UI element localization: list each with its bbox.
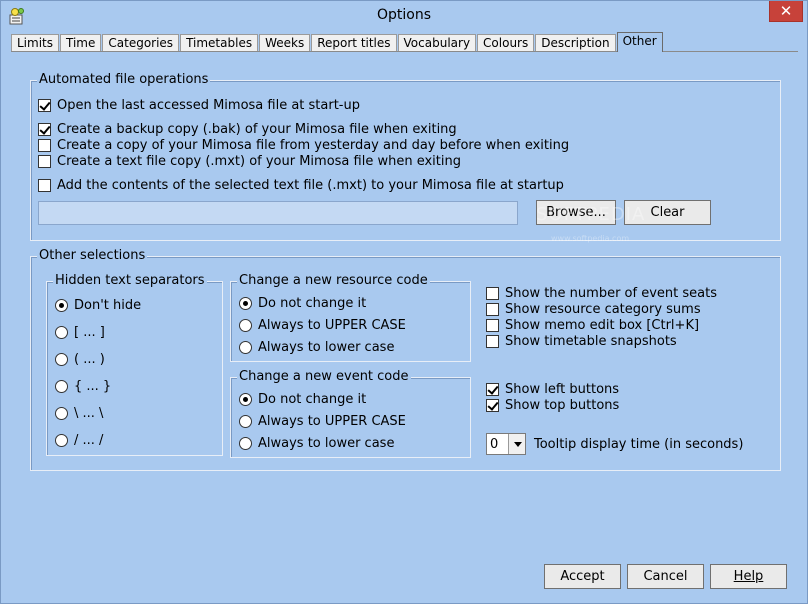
event-code-option-no-change[interactable]: Do not change it — [239, 391, 366, 407]
separator-radio[interactable] — [55, 352, 68, 366]
tooltip-time-value: 0 — [490, 436, 499, 452]
separator-label: ( ... ) — [74, 351, 105, 367]
show-memo-box-checkbox[interactable] — [486, 318, 499, 332]
show-category-sums-label: Show resource category sums — [505, 301, 701, 317]
resource-code-radio[interactable] — [239, 318, 252, 332]
event-code-radio[interactable] — [239, 392, 252, 406]
copy-yesterday-label: Create a copy of your Mimosa file from y… — [57, 137, 570, 153]
add-contents-label: Add the contents of the selected text fi… — [57, 177, 564, 193]
show-event-seats-option[interactable]: Show the number of event seats — [486, 285, 717, 301]
event-code-option-lower[interactable]: Always to lower case — [239, 435, 394, 451]
text-copy-checkbox[interactable] — [38, 154, 51, 168]
event-code-option-upper[interactable]: Always to UPPER CASE — [239, 413, 406, 429]
separator-label: Don't hide — [74, 297, 142, 313]
separator-option-dont-hide[interactable]: Don't hide — [55, 297, 141, 313]
show-event-seats-label: Show the number of event seats — [505, 285, 717, 301]
separator-option-square[interactable]: [ ... ] — [55, 324, 105, 340]
copy-yesterday-checkbox[interactable] — [38, 138, 51, 152]
other-selections-group: Other selections Hidden text separators … — [30, 248, 781, 471]
close-icon: ✕ — [779, 2, 793, 20]
event-code-label: Always to lower case — [258, 435, 395, 451]
automated-group-legend: Automated file operations — [37, 72, 211, 88]
watermark-text: SOFTPEDIA — [536, 204, 646, 225]
event-code-radio[interactable] — [239, 414, 252, 428]
tab-strip: Limits Time Categories Timetables Weeks … — [11, 32, 664, 53]
show-left-buttons-label: Show left buttons — [505, 381, 620, 397]
show-top-buttons-option[interactable]: Show top buttons — [486, 397, 619, 413]
show-snapshots-label: Show timetable snapshots — [505, 333, 677, 349]
accept-button[interactable]: Accept — [544, 564, 621, 589]
show-memo-box-label: Show memo edit box [Ctrl+K] — [505, 317, 700, 333]
tab-panel-other: Automated file operations Open the last … — [11, 51, 798, 559]
resource-code-label: Always to lower case — [258, 339, 395, 355]
separator-radio[interactable] — [55, 379, 68, 393]
copy-yesterday-option[interactable]: Create a copy of your Mimosa file from y… — [38, 137, 569, 153]
show-top-buttons-label: Show top buttons — [505, 397, 620, 413]
watermark-url: www.softpedia.com — [551, 234, 630, 243]
event-code-label: Always to UPPER CASE — [258, 413, 406, 429]
show-event-seats-checkbox[interactable] — [486, 286, 499, 300]
text-copy-option[interactable]: Create a text file copy (.mxt) of your M… — [38, 153, 461, 169]
dialog-button-bar: Accept Cancel Help — [11, 559, 798, 599]
resource-code-group: Change a new resource code Do not change… — [230, 273, 471, 362]
show-category-sums-option[interactable]: Show resource category sums — [486, 301, 701, 317]
hidden-separators-group: Hidden text separators Don't hide [ ... … — [46, 273, 223, 456]
cancel-button[interactable]: Cancel — [627, 564, 704, 589]
backup-copy-option[interactable]: Create a backup copy (.bak) of your Mimo… — [38, 121, 457, 137]
open-last-file-checkbox[interactable] — [38, 98, 51, 112]
resource-code-radio[interactable] — [239, 340, 252, 354]
separator-option-slash[interactable]: / ... / — [55, 432, 103, 448]
open-last-file-label: Open the last accessed Mimosa file at st… — [57, 97, 360, 113]
separator-option-round[interactable]: ( ... ) — [55, 351, 105, 367]
automated-file-operations-group: Automated file operations Open the last … — [30, 72, 781, 241]
separator-option-curly[interactable]: { ... } — [55, 378, 111, 394]
separator-option-backslash[interactable]: \ ... \ — [55, 405, 103, 421]
help-button[interactable]: Help — [710, 564, 787, 589]
separator-radio[interactable] — [55, 433, 68, 447]
open-last-file-option[interactable]: Open the last accessed Mimosa file at st… — [38, 97, 360, 113]
window-title: Options — [376, 7, 432, 23]
mxt-file-path-field[interactable] — [38, 201, 518, 225]
separator-label: \ ... \ — [74, 405, 104, 421]
event-code-group: Change a new event code Do not change it… — [230, 369, 471, 458]
separators-legend: Hidden text separators — [53, 273, 207, 289]
options-window: Options ✕ Limits Time Categories Timetab… — [0, 0, 808, 604]
event-code-radio[interactable] — [239, 436, 252, 450]
other-group-legend: Other selections — [37, 248, 148, 264]
backup-copy-checkbox[interactable] — [38, 122, 51, 136]
resource-code-option-no-change[interactable]: Do not change it — [239, 295, 366, 311]
show-snapshots-option[interactable]: Show timetable snapshots — [486, 333, 677, 349]
separator-label: / ... / — [74, 432, 104, 448]
separator-label: { ... } — [74, 378, 112, 394]
show-category-sums-checkbox[interactable] — [486, 302, 499, 316]
dialog-client: Limits Time Categories Timetables Weeks … — [8, 31, 801, 599]
separator-radio[interactable] — [55, 406, 68, 420]
resource-code-option-lower[interactable]: Always to lower case — [239, 339, 394, 355]
separator-label: [ ... ] — [74, 324, 105, 340]
separator-radio[interactable] — [55, 298, 68, 312]
resource-code-option-upper[interactable]: Always to UPPER CASE — [239, 317, 406, 333]
separator-radio[interactable] — [55, 325, 68, 339]
show-left-buttons-checkbox[interactable] — [486, 382, 499, 396]
resource-code-label: Always to UPPER CASE — [258, 317, 406, 333]
show-memo-box-option[interactable]: Show memo edit box [Ctrl+K] — [486, 317, 699, 333]
resource-code-radio[interactable] — [239, 296, 252, 310]
resource-code-label: Do not change it — [258, 295, 367, 311]
close-button[interactable]: ✕ — [769, 1, 803, 22]
add-contents-checkbox[interactable] — [38, 178, 51, 192]
event-code-label: Do not change it — [258, 391, 367, 407]
tooltip-time-label: Tooltip display time (in seconds) — [534, 436, 744, 452]
show-snapshots-checkbox[interactable] — [486, 334, 499, 348]
show-top-buttons-checkbox[interactable] — [486, 398, 499, 412]
tab-other[interactable]: Other — [616, 32, 663, 52]
event-code-legend: Change a new event code — [237, 369, 411, 385]
chevron-down-icon[interactable] — [508, 434, 525, 454]
title-bar[interactable]: Options ✕ — [1, 1, 807, 31]
text-copy-label: Create a text file copy (.mxt) of your M… — [57, 153, 461, 169]
resource-code-legend: Change a new resource code — [237, 273, 430, 289]
backup-copy-label: Create a backup copy (.bak) of your Mimo… — [57, 121, 457, 137]
add-contents-option[interactable]: Add the contents of the selected text fi… — [38, 177, 564, 193]
tooltip-time-select[interactable]: 0 — [486, 433, 526, 455]
show-left-buttons-option[interactable]: Show left buttons — [486, 381, 619, 397]
